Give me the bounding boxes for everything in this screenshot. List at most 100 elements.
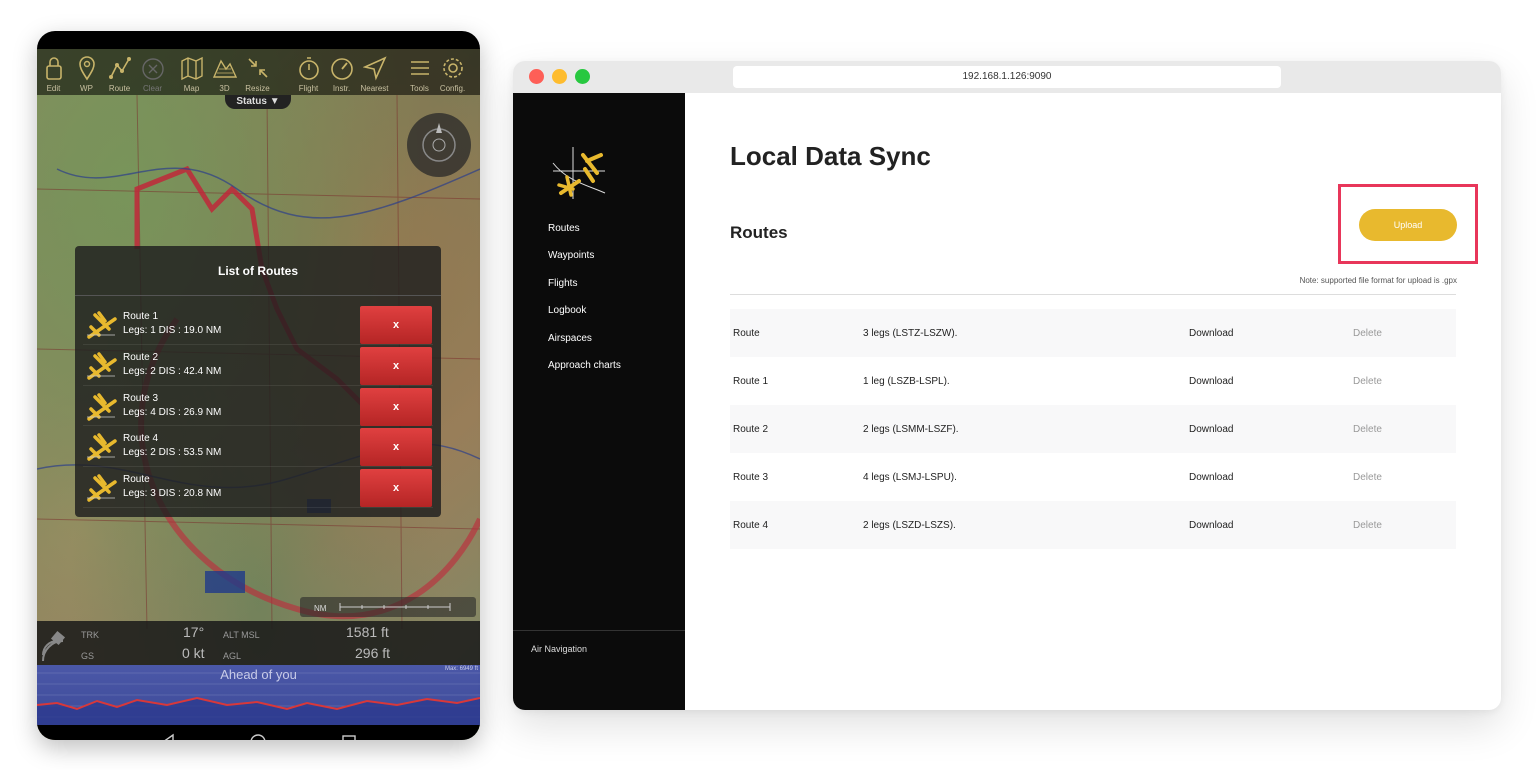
sidebar-item-airspaces[interactable]: Airspaces <box>548 333 621 360</box>
toolbar-instr[interactable]: Instr. <box>325 49 358 95</box>
minimize-window-button[interactable] <box>552 69 567 84</box>
android-nav-icons <box>163 733 356 740</box>
android-nav-bar <box>37 725 480 740</box>
section-title: Routes <box>730 223 788 242</box>
table-row: Route 1 1 leg (LSZB-LSPL). Download Delete <box>730 357 1456 405</box>
profile-max: Max: 6949 ft <box>444 666 478 672</box>
sidebar-footer[interactable]: Air Navigation <box>531 644 587 654</box>
route-name: Route 3 <box>123 392 159 404</box>
toolbar-edit[interactable]: Edit <box>37 49 70 95</box>
toolbar-label: Instr. <box>332 84 351 93</box>
upload-format-note: Note: supported file format for upload i… <box>1299 276 1457 285</box>
route-legs-cell: 2 legs (LSMM-LSZF). <box>863 424 959 435</box>
toolbar-label: 3D <box>219 84 230 93</box>
browser-titlebar: 192.168.1.126:9090 <box>513 61 1501 93</box>
route-info: Legs: 2 DIS : 53.5 NM <box>123 447 222 459</box>
upload-button[interactable]: Upload <box>1359 209 1457 241</box>
sidebar-item-logbook[interactable]: Logbook <box>548 305 621 332</box>
toolbar-map[interactable]: Map <box>175 49 208 95</box>
toolbar-label: Flight <box>298 84 319 93</box>
tablet-screen: Edit WP Route Clear Map 3D Resize Flight… <box>37 49 480 740</box>
route-list-item[interactable]: Route 3 Legs: 4 DIS : 26.9 NM x <box>83 386 433 427</box>
sidebar-item-routes[interactable]: Routes <box>548 223 621 250</box>
route-name-cell: Route 1 <box>733 376 769 387</box>
gs-label: GS <box>81 651 95 661</box>
toolbar-nearest[interactable]: Nearest <box>358 49 391 95</box>
table-row: Route 3 4 legs (LSMJ-LSPU). Download Delete <box>730 453 1456 501</box>
delete-link[interactable]: Delete <box>1353 472 1382 483</box>
toolbar-3d[interactable]: 3D <box>208 49 241 95</box>
lock-icon <box>45 57 62 80</box>
home-icon[interactable] <box>250 734 266 740</box>
back-icon[interactable] <box>163 733 174 740</box>
delete-route-button[interactable]: x <box>360 387 432 426</box>
route-legs-cell: 2 legs (LSZD-LSZS). <box>863 520 956 531</box>
toolbar-label: WP <box>80 84 93 93</box>
route-legs-cell: 3 legs (LSTZ-LSZW). <box>863 328 958 339</box>
toolbar-label: Map <box>183 84 200 93</box>
route-legs-cell: 4 legs (LSMJ-LSPU). <box>863 472 957 483</box>
download-link[interactable]: Download <box>1189 520 1233 531</box>
route-info: Legs: 4 DIS : 26.9 NM <box>123 406 222 418</box>
toolbar-tools[interactable]: Tools <box>403 49 436 95</box>
maximize-window-button[interactable] <box>575 69 590 84</box>
toolbar-route[interactable]: Route <box>103 49 136 95</box>
terrain-profile[interactable]: Ahead of you Max: 6949 ft <box>37 665 480 725</box>
route-list-item[interactable]: Route 4 Legs: 2 DIS : 53.5 NM x <box>83 426 433 468</box>
route-plane-icon <box>87 433 117 462</box>
download-link[interactable]: Download <box>1189 472 1233 483</box>
delete-route-button[interactable]: x <box>360 346 432 385</box>
sidebar-item-waypoints[interactable]: Waypoints <box>548 250 621 277</box>
gear-icon <box>442 58 463 78</box>
table-row: Route 4 2 legs (LSZD-LSZS). Download Delete <box>730 501 1456 549</box>
toolbar-wp[interactable]: WP <box>70 49 103 95</box>
toolbar-clear[interactable]: Clear <box>136 49 169 95</box>
route-list: Route 1 Legs: 1 DIS : 19.0 NM x Route 2 Legs… <box>75 296 441 508</box>
agl-value: 296 ft <box>355 645 391 661</box>
delete-route-button[interactable]: x <box>360 428 432 467</box>
route-list-item[interactable]: Route 1 Legs: 1 DIS : 19.0 NM x <box>83 304 433 345</box>
instrument-panel: TRK 17° GS 0 kt ALT MSL 1581 ft AGL 296 … <box>37 621 480 665</box>
route-plane-icon <box>87 311 117 339</box>
compass-icon <box>422 123 456 162</box>
toolbar-label: Tools <box>410 84 429 93</box>
route-list-item[interactable]: Route 2 Legs: 2 DIS : 42.4 NM x <box>83 345 433 386</box>
sidebar-item-flights[interactable]: Flights <box>548 278 621 305</box>
route-plane-icon <box>87 392 117 421</box>
compass-widget[interactable] <box>407 113 471 177</box>
route-name-cell: Route <box>733 328 760 339</box>
sidebar-nav: Routes Waypoints Flights Logbook Airspac… <box>548 223 621 387</box>
close-window-button[interactable] <box>529 69 544 84</box>
nearest-icon <box>362 56 387 81</box>
scale-bar: NM <box>300 597 476 617</box>
table-row: Route 2 2 legs (LSMM-LSZF). Download Delete <box>730 405 1456 453</box>
recents-icon[interactable] <box>342 735 356 740</box>
terrain-icon <box>212 59 237 78</box>
delete-link[interactable]: Delete <box>1353 424 1382 435</box>
download-link[interactable]: Download <box>1189 424 1233 435</box>
delete-link[interactable]: Delete <box>1353 376 1382 387</box>
delete-link[interactable]: Delete <box>1353 520 1382 531</box>
download-link[interactable]: Download <box>1189 328 1233 339</box>
route-info: Legs: 3 DIS : 20.8 NM <box>123 488 222 500</box>
toolbar-config[interactable]: Config. <box>436 49 469 95</box>
delete-route-button[interactable]: x <box>360 306 432 344</box>
sidebar: Routes Waypoints Flights Logbook Airspac… <box>513 93 685 710</box>
delete-route-button[interactable]: x <box>360 469 432 508</box>
toolbar-flight[interactable]: Flight <box>292 49 325 95</box>
route-name: Route 4 <box>123 433 159 445</box>
route-name: Route 1 <box>123 311 159 322</box>
address-bar[interactable]: 192.168.1.126:9090 <box>733 66 1281 88</box>
trk-label: TRK <box>81 630 99 640</box>
sidebar-divider <box>513 630 685 631</box>
scale-ruler <box>339 603 451 611</box>
route-name-cell: Route 4 <box>733 520 769 531</box>
gs-value: 0 kt <box>182 645 205 661</box>
download-link[interactable]: Download <box>1189 376 1233 387</box>
status-tab[interactable]: Status ▼ <box>225 95 291 109</box>
sidebar-item-approach-charts[interactable]: Approach charts <box>548 360 621 387</box>
delete-link[interactable]: Delete <box>1353 328 1382 339</box>
route-list-item[interactable]: Route Legs: 3 DIS : 20.8 NM x <box>83 467 433 508</box>
toolbar-resize[interactable]: Resize <box>241 49 274 95</box>
route-info: Legs: 2 DIS : 42.4 NM <box>123 365 222 377</box>
